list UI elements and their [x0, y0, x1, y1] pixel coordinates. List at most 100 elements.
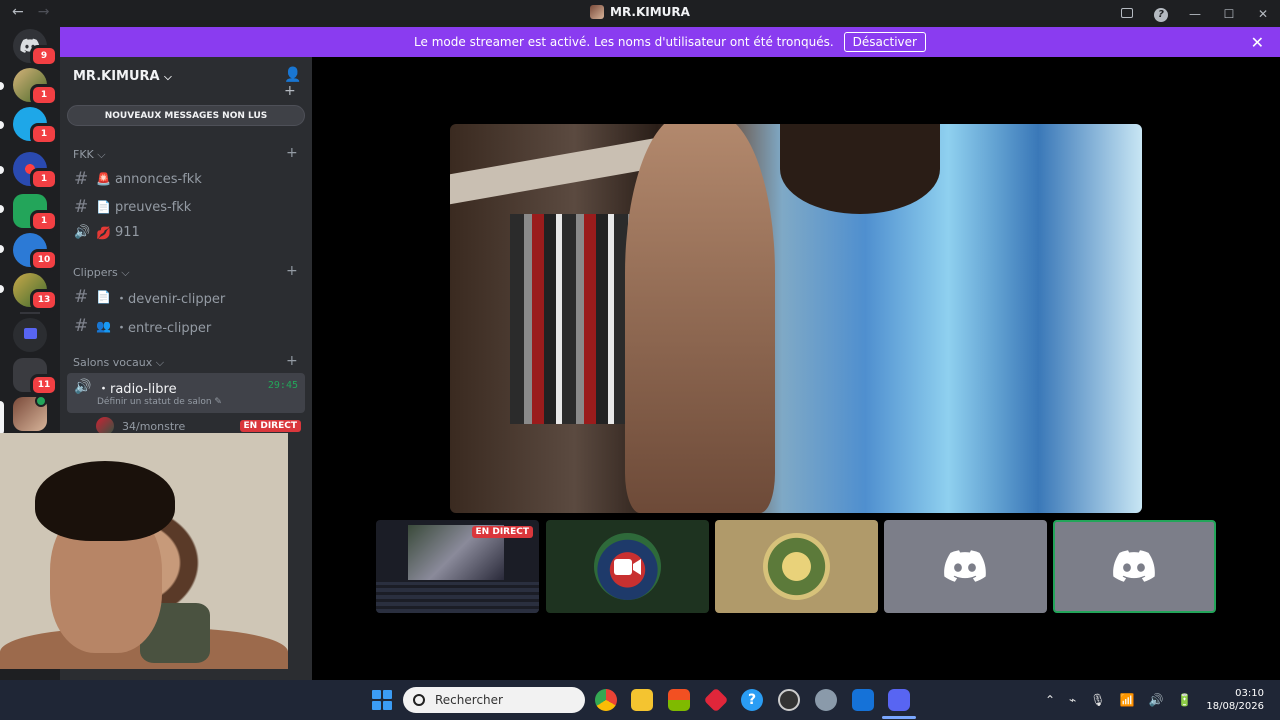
- focused-video-stream[interactable]: [450, 124, 1142, 513]
- server-badge: 1: [30, 210, 58, 232]
- window-controls: ? — ☐ ✕: [1110, 0, 1280, 27]
- participant-tile-stream[interactable]: EN DIRECT: [376, 520, 539, 613]
- siren-icon: 🚨: [96, 172, 111, 186]
- unread-pill-indicator: [0, 285, 4, 293]
- server-icon-2[interactable]: 1: [13, 107, 58, 145]
- windows-taskbar: Rechercher ? ⌃ ⌁ 🎙 📶 🔊 🔋 03:10 18/08/202…: [0, 680, 1280, 720]
- channel-preuves-fkk[interactable]: # 📄 preuves-fkk: [74, 197, 191, 217]
- text-channel-icon: #: [74, 287, 89, 307]
- help-button[interactable]: ?: [1144, 6, 1178, 22]
- channel-devenir-clipper[interactable]: # 📄 ・devenir-clipper: [74, 287, 225, 307]
- lips-icon: 💋: [96, 225, 111, 240]
- search-placeholder: Rechercher: [435, 693, 503, 707]
- add-channel-icon[interactable]: +: [286, 353, 298, 369]
- channel-annonces-fkk[interactable]: # 🚨 annonces-fkk: [74, 169, 202, 189]
- new-unread-messages-button[interactable]: NOUVEAUX MESSAGES NON LUS: [67, 105, 305, 126]
- server-badge: 13: [30, 289, 58, 311]
- clock[interactable]: 03:10 18/08/2026: [1206, 687, 1264, 713]
- home-badge: 9: [30, 45, 58, 67]
- stream-thumbnail-panel: [376, 582, 539, 613]
- unread-pill-indicator: [0, 166, 4, 174]
- windows-start-icon[interactable]: [372, 690, 392, 710]
- video-active-icon: [35, 395, 47, 407]
- category-clippers[interactable]: Clippers ⌵: [73, 266, 130, 280]
- window-title-text: MR.KIMURA: [610, 5, 690, 19]
- category-fkk[interactable]: FKK ⌵: [73, 148, 106, 162]
- server-icon-3[interactable]: 1: [13, 152, 58, 190]
- member-name: 34/monstre: [122, 419, 186, 433]
- network-off-icon[interactable]: ⌁: [1069, 693, 1076, 707]
- battery-icon[interactable]: 🔋: [1177, 693, 1192, 707]
- search-icon: [413, 694, 425, 706]
- app-red-diamond-icon[interactable]: [703, 687, 729, 713]
- file-explorer-icon[interactable]: [631, 689, 653, 711]
- server-icon-5[interactable]: 10: [13, 233, 58, 271]
- maximize-button[interactable]: ☐: [1212, 7, 1246, 21]
- live-badge: EN DIRECT: [239, 420, 301, 432]
- voice-stage: EN DIRECT: [312, 57, 1280, 680]
- microsoft-store-icon[interactable]: [668, 689, 690, 711]
- category-label: Clippers: [73, 266, 118, 279]
- server-icon-1[interactable]: 1: [13, 68, 58, 106]
- chrome-icon[interactable]: [595, 689, 617, 711]
- disable-streamer-mode-button[interactable]: Désactiver: [843, 32, 926, 52]
- document-icon: 📄: [96, 290, 111, 304]
- participant-tile-4[interactable]: [884, 520, 1047, 613]
- server-icon-7[interactable]: 11: [13, 358, 58, 396]
- server-icon-6[interactable]: 13: [13, 273, 58, 311]
- category-label: FKK: [73, 148, 94, 161]
- webcam-preview: [0, 433, 288, 669]
- channel-911[interactable]: 🔊 💋 911: [74, 225, 140, 240]
- unread-pill-indicator: [0, 205, 4, 213]
- voice-timer: 29:45: [267, 380, 298, 391]
- channel-entre-clipper[interactable]: # 👥 ・entre-clipper: [74, 316, 211, 336]
- channel-label: ・entre-clipper: [114, 320, 212, 336]
- wifi-icon[interactable]: 📶: [1120, 693, 1135, 707]
- inbox-icon: [1121, 7, 1133, 18]
- server-name-header[interactable]: MR.KIMURA ⌵: [73, 69, 172, 84]
- invite-people-icon[interactable]: 👤+: [284, 67, 312, 99]
- participant-tile-2[interactable]: [546, 520, 709, 613]
- category-salons-vocaux[interactable]: Salons vocaux ⌵: [73, 356, 164, 370]
- add-channel-icon[interactable]: +: [286, 145, 298, 161]
- folder-button[interactable]: [13, 318, 47, 352]
- settings-gear-icon[interactable]: [815, 689, 837, 711]
- app-blue-icon[interactable]: [852, 689, 874, 711]
- app-clock-icon[interactable]: [778, 689, 800, 711]
- voice-connected-icon: 🔊: [74, 379, 92, 395]
- system-tray: ⌃ ⌁ 🎙 📶 🔊 🔋 03:10 18/08/2026: [1045, 680, 1280, 720]
- video-arm: [625, 124, 775, 513]
- people-icon: 👥: [96, 319, 111, 333]
- help-app-icon[interactable]: ?: [741, 689, 763, 711]
- video-beard: [780, 124, 940, 214]
- discord-taskbar-icon[interactable]: [888, 689, 910, 711]
- volume-icon[interactable]: 🔊: [1148, 693, 1163, 707]
- close-icon[interactable]: ✕: [1251, 33, 1264, 52]
- participant-tile-5-speaking[interactable]: [1053, 520, 1216, 613]
- window-title: MR.KIMURA: [0, 5, 1280, 19]
- discord-home-button[interactable]: 9: [13, 29, 58, 67]
- webcam-hair: [35, 461, 175, 541]
- server-icon-4[interactable]: 1: [13, 194, 58, 232]
- channel-label: annonces-fkk: [114, 171, 202, 187]
- inbox-button[interactable]: [1110, 7, 1144, 21]
- close-window-button[interactable]: ✕: [1246, 7, 1280, 21]
- server-badge: 10: [30, 249, 58, 271]
- streamer-mode-banner: Le mode streamer est activé. Les noms d'…: [60, 27, 1280, 57]
- text-channel-icon: #: [74, 197, 89, 217]
- channel-label: 911: [114, 225, 140, 240]
- clock-time: 03:10: [1235, 688, 1264, 699]
- discord-icon: [944, 550, 986, 582]
- title-bar: ← → MR.KIMURA ? — ☐ ✕: [0, 0, 1280, 27]
- set-channel-status[interactable]: Définir un statut de salon ✎: [97, 397, 222, 407]
- participant-tile-3[interactable]: [715, 520, 878, 613]
- microphone-icon[interactable]: 🎙: [1090, 693, 1105, 707]
- add-channel-icon[interactable]: +: [286, 263, 298, 279]
- server-icon-mr-kimura[interactable]: [13, 395, 47, 431]
- voice-channel-label: ・radio-libre: [97, 382, 177, 397]
- rail-separator: [20, 312, 40, 314]
- taskbar-search-box[interactable]: Rechercher: [403, 687, 585, 713]
- minimize-button[interactable]: —: [1178, 7, 1212, 21]
- chevron-up-icon[interactable]: ⌃: [1045, 693, 1055, 707]
- voice-channel-radio-libre[interactable]: 🔊 ・radio-libre 29:45 Définir un statut d…: [67, 373, 305, 413]
